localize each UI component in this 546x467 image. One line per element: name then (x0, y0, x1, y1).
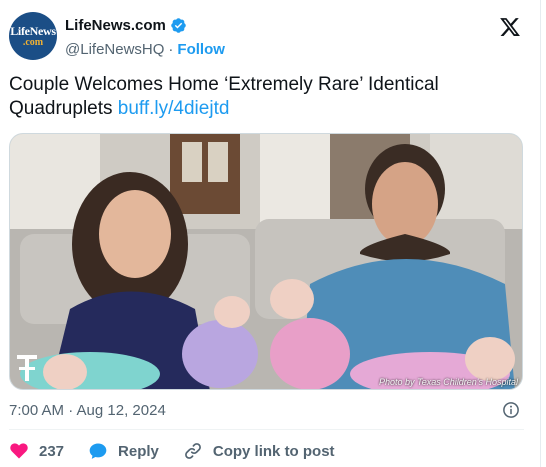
info-icon[interactable] (502, 401, 520, 419)
reply-button[interactable]: Reply (88, 441, 159, 461)
divider (9, 429, 524, 430)
tweet-text: Couple Welcomes Home ‘Extremely Rare’ Id… (9, 73, 529, 121)
link-icon (184, 443, 201, 459)
photo-credit: Photo by Texas Children's Hospital (379, 377, 518, 387)
avatar-logo-suffix: .com (22, 36, 44, 48)
tweet-header: LifeNews .com LifeNews.com @LifeNewsHQ ·… (9, 12, 531, 64)
reply-bubble-icon (89, 443, 107, 459)
copy-link-label: Copy link to post (212, 442, 335, 460)
name-row: LifeNews.com (65, 15, 187, 35)
meta-row: 7:00 AM · Aug 12, 2024 (9, 400, 524, 420)
like-button[interactable]: 237 (9, 441, 64, 461)
avatar-logo-text: LifeNews (10, 23, 56, 38)
heart-icon (10, 443, 28, 459)
tweet-link[interactable]: buff.ly/4diejtd (118, 98, 230, 119)
handle-row: @LifeNewsHQ · Follow (65, 39, 225, 59)
photo-illustration (10, 134, 522, 389)
timestamp[interactable]: 7:00 AM · Aug 12, 2024 (9, 402, 166, 419)
x-logo-icon[interactable] (499, 16, 521, 38)
reply-label: Reply (118, 442, 159, 460)
tweet-photo[interactable]: Photo by Texas Children's Hospital (9, 133, 523, 390)
follow-button[interactable]: Follow (177, 41, 225, 58)
watermark-logo-icon (17, 355, 37, 381)
verified-badge-icon (171, 17, 186, 33)
separator-dot: · (168, 40, 174, 58)
like-count: 237 (39, 442, 65, 460)
account-handle[interactable]: @LifeNewsHQ (65, 41, 164, 58)
display-name[interactable]: LifeNews.com (65, 17, 166, 34)
avatar[interactable]: LifeNews .com (9, 12, 57, 60)
copy-link-button[interactable]: Copy link to post (183, 441, 335, 461)
action-bar: 237 Reply Copy link to post (9, 440, 359, 462)
tweet-card: LifeNews .com LifeNews.com @LifeNewsHQ ·… (0, 0, 541, 467)
